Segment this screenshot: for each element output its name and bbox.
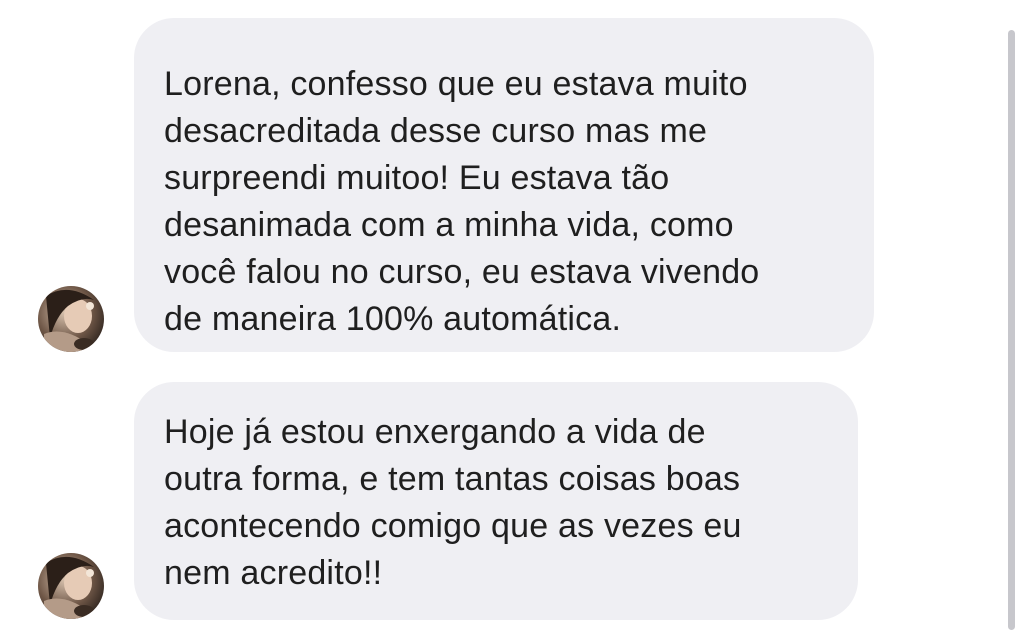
message-line: surpreendi muitoo! Eu estava tão	[164, 159, 670, 197]
avatar[interactable]	[38, 286, 104, 352]
message-line: de maneira 100% automática.	[164, 300, 622, 338]
message-bubble[interactable]: Hoje já estou enxergando a vida de outra…	[134, 382, 858, 620]
message-line: desanimada com a minha vida, como	[164, 206, 734, 244]
chat-thread: Lorena, confesso que eu estava muito des…	[0, 0, 1024, 630]
avatar[interactable]	[38, 553, 104, 619]
message-line: Hoje já estou enxergando a vida de	[164, 413, 706, 451]
message-line: Lorena, confesso que eu estava muito	[164, 65, 748, 103]
profile-photo-icon	[38, 553, 104, 619]
message-line: desacreditada desse curso mas me	[164, 112, 708, 150]
message-bubble[interactable]: Lorena, confesso que eu estava muito des…	[134, 18, 874, 352]
message-line: acontecendo comigo que as vezes eu	[164, 507, 742, 545]
message-line: nem acredito!!	[164, 554, 383, 592]
scrollbar[interactable]	[1008, 30, 1015, 630]
profile-photo-icon	[38, 286, 104, 352]
message-line: outra forma, e tem tantas coisas boas	[164, 460, 741, 498]
message-line: você falou no curso, eu estava vivendo	[164, 253, 760, 291]
